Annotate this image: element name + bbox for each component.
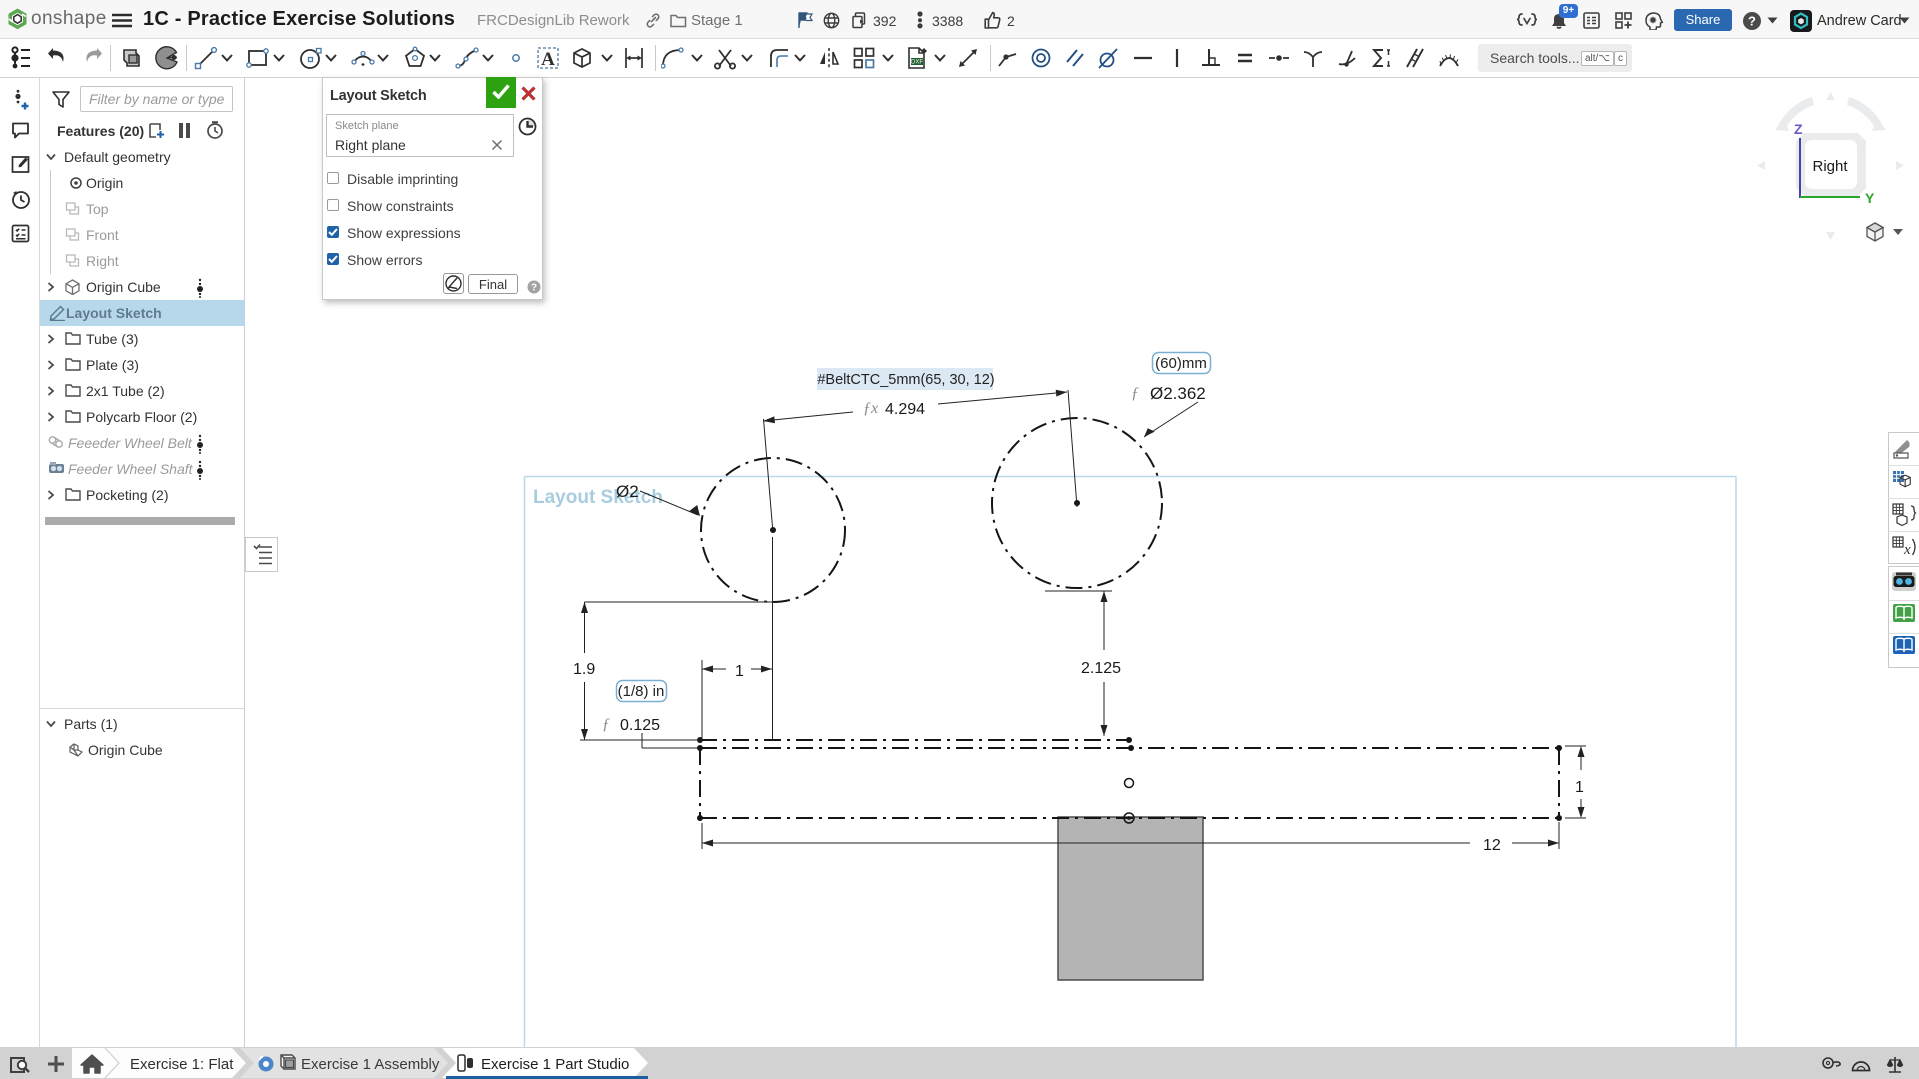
svg-text:A: A	[541, 49, 555, 70]
svg-text:(60)mm: (60)mm	[1155, 355, 1207, 372]
svg-text:?: ?	[531, 283, 537, 294]
svg-text:Ø2.362: Ø2.362	[1150, 384, 1206, 403]
svg-text:12: 12	[1483, 837, 1501, 854]
svg-text:1: 1	[1575, 779, 1584, 796]
svg-text:1.9: 1.9	[573, 661, 595, 678]
svg-text:ƒ: ƒ	[1131, 385, 1139, 402]
svg-text:?: ?	[1748, 14, 1756, 29]
svg-text:1: 1	[735, 663, 744, 680]
svg-text:Layout Sketch: Layout Sketch	[533, 487, 663, 508]
svg-text:Y: Y	[1865, 190, 1875, 206]
svg-text:Right: Right	[1812, 158, 1848, 175]
svg-text:2.125: 2.125	[1081, 660, 1121, 677]
svg-text:Z: Z	[1794, 121, 1803, 137]
svg-text:Exercise 1 Part Studio: Exercise 1 Part Studio	[481, 1056, 629, 1073]
svg-text:DXF: DXF	[911, 60, 923, 66]
svg-text:Exercise 1: Flat: Exercise 1: Flat	[130, 1056, 234, 1073]
svg-text:(1/8) in: (1/8) in	[618, 683, 665, 700]
svg-text:Exercise 1 Assembly: Exercise 1 Assembly	[301, 1056, 440, 1073]
svg-text:ƒ: ƒ	[602, 716, 610, 733]
svg-text:x: x	[1903, 542, 1911, 558]
svg-text:ƒx: ƒx	[863, 400, 878, 417]
svg-text:4.294: 4.294	[885, 401, 925, 418]
svg-text:0.125: 0.125	[620, 717, 660, 734]
svg-text:Ø2: Ø2	[616, 482, 639, 501]
svg-text:#BeltCTC_5mm(65, 30, 12): #BeltCTC_5mm(65, 30, 12)	[817, 372, 994, 388]
